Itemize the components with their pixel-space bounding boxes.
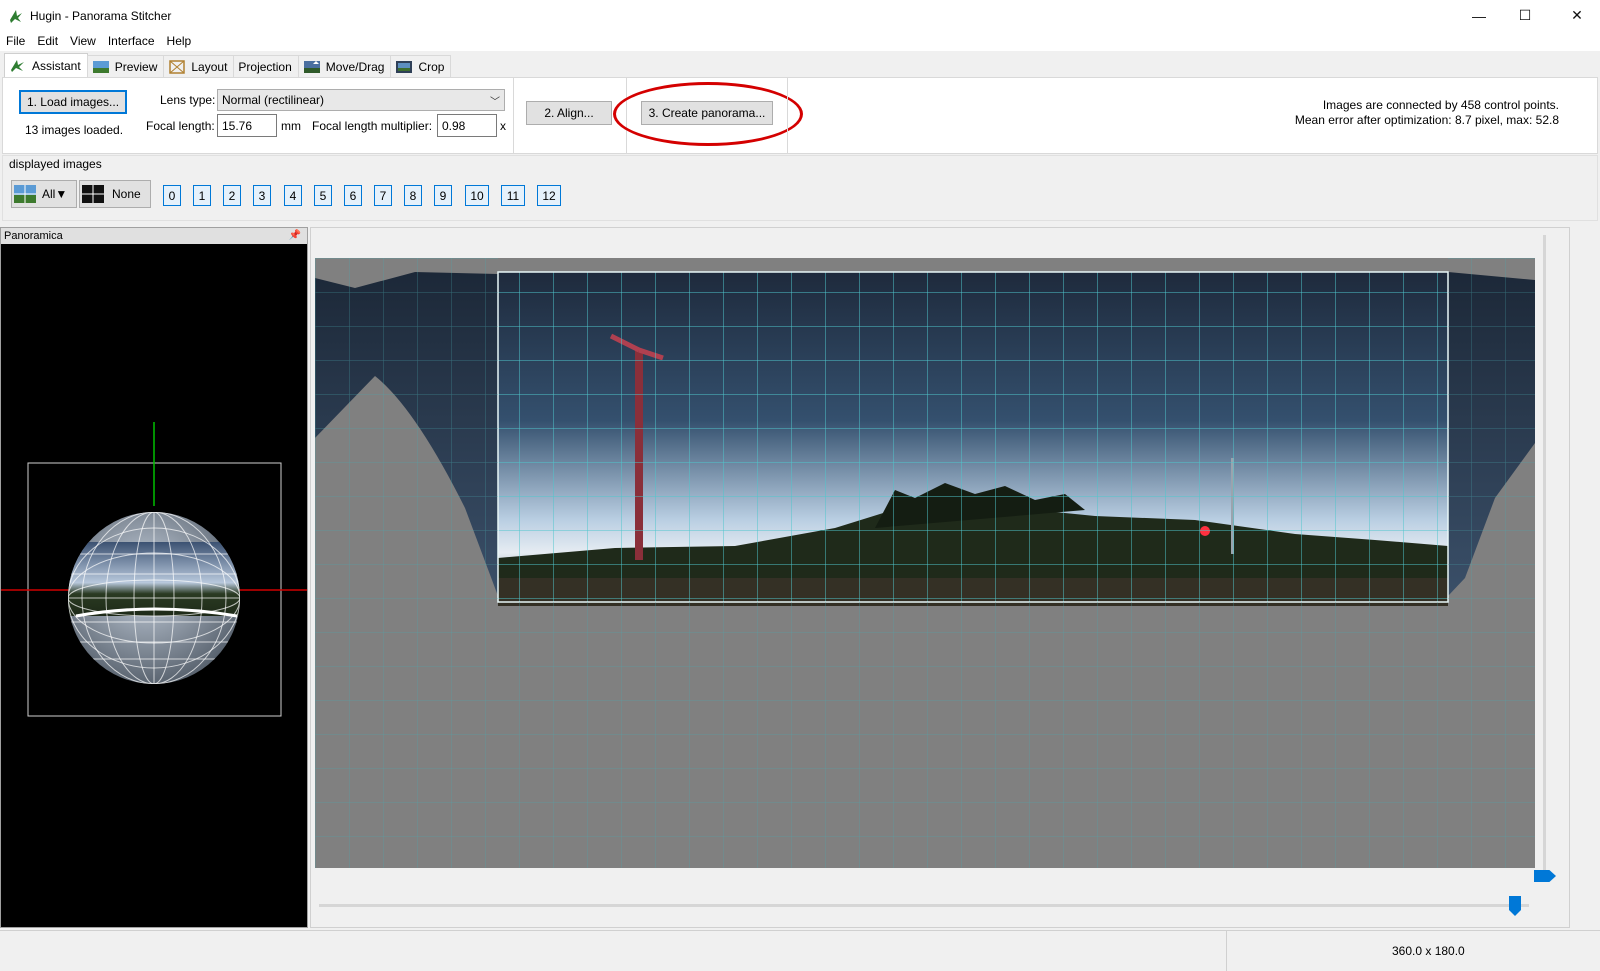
pin-icon[interactable]: 📌 xyxy=(289,230,301,241)
image-toggle-0[interactable]: 0 xyxy=(163,185,181,206)
title-bar: Hugin - Panorama Stitcher xyxy=(0,0,1600,31)
tab-label: Crop xyxy=(418,59,445,74)
menu-interface[interactable]: Interface xyxy=(102,34,161,48)
show-all-button[interactable]: All▼ xyxy=(11,180,77,208)
tab-assistant[interactable]: Assistant xyxy=(4,53,88,77)
fast-preview-area xyxy=(310,227,1570,928)
lens-type-value: Normal (rectilinear) xyxy=(222,93,325,107)
image-toggle-1[interactable]: 1 xyxy=(193,185,211,206)
hugin-app-icon xyxy=(10,9,22,23)
tab-label: Assistant xyxy=(32,58,81,73)
crop-icon xyxy=(396,60,413,73)
panoramica-header: Panoramica 📌 xyxy=(1,228,307,244)
tab-strip: Assistant Preview Layout Projection Move… xyxy=(0,53,1600,77)
preview-icon xyxy=(92,60,109,73)
image-toggle-9[interactable]: 9 xyxy=(434,185,452,206)
highlight-ring xyxy=(613,82,803,146)
lens-type-select[interactable]: Normal (rectilinear) ﹀ xyxy=(217,89,505,111)
panoramica-pane: Panoramica 📌 xyxy=(0,227,308,928)
load-images-button[interactable]: 1. Load images... xyxy=(19,90,127,114)
menu-file[interactable]: File xyxy=(0,34,31,48)
images-loaded-text: 13 images loaded. xyxy=(25,123,124,137)
fov-slider-track[interactable] xyxy=(1543,235,1546,875)
tab-label: Projection xyxy=(238,59,292,74)
minimize-button[interactable]: — xyxy=(1456,0,1502,31)
hugin-icon xyxy=(11,59,24,72)
separator xyxy=(513,78,514,153)
image-toggle-6[interactable]: 6 xyxy=(344,185,362,206)
optimization-error-status: Mean error after optimization: 8.7 pixel… xyxy=(1294,113,1559,127)
image-toggle-2[interactable]: 2 xyxy=(223,185,241,206)
multiplier-unit: x xyxy=(500,119,506,133)
menu-edit[interactable]: Edit xyxy=(31,34,64,48)
no-images-icon xyxy=(82,185,104,203)
separator xyxy=(787,78,788,153)
status-separator xyxy=(1226,931,1227,971)
move-drag-icon xyxy=(303,60,320,73)
menu-bar: File Edit View Interface Help xyxy=(0,31,1600,51)
pitch-slider-thumb[interactable] xyxy=(1509,896,1521,916)
panoramica-title: Panoramica xyxy=(4,230,63,242)
pitch-slider-track[interactable] xyxy=(319,904,1529,907)
image-toggle-4[interactable]: 4 xyxy=(284,185,302,206)
show-none-button[interactable]: None xyxy=(79,180,151,208)
field-of-view-status: 360.0 x 180.0 xyxy=(1392,944,1465,958)
align-button[interactable]: 2. Align... xyxy=(526,101,612,125)
close-button[interactable]: ✕ xyxy=(1554,0,1600,31)
panorama-canvas[interactable] xyxy=(315,258,1535,868)
menu-view[interactable]: View xyxy=(64,34,102,48)
tab-crop[interactable]: Crop xyxy=(390,55,452,77)
displayed-images-panel: displayed images All▼ None 0 1 2 3 4 5 6… xyxy=(2,155,1598,221)
tab-move-drag[interactable]: Move/Drag xyxy=(297,55,392,77)
none-button-label: None xyxy=(112,187,141,201)
control-points-status: Images are connected by 458 control poin… xyxy=(1322,98,1559,112)
displayed-images-label: displayed images xyxy=(9,157,102,171)
tab-label: Preview xyxy=(114,59,158,74)
tab-label: Move/Drag xyxy=(325,59,385,74)
image-toggle-12[interactable]: 12 xyxy=(537,185,561,206)
focal-length-input[interactable]: 15.76 xyxy=(217,114,277,137)
image-toggle-3[interactable]: 3 xyxy=(253,185,271,206)
tab-layout[interactable]: Layout xyxy=(163,55,235,77)
image-toggle-8[interactable]: 8 xyxy=(404,185,422,206)
image-toggle-5[interactable]: 5 xyxy=(314,185,332,206)
tab-label: Layout xyxy=(191,59,228,74)
all-images-icon xyxy=(14,185,36,203)
menu-help[interactable]: Help xyxy=(161,34,198,48)
maximize-button[interactable]: ☐ xyxy=(1502,0,1548,31)
focal-length-label: Focal length: xyxy=(146,119,215,133)
assistant-panel: 1. Load images... 13 images loaded. Lens… xyxy=(2,77,1598,154)
chevron-down-icon: ﹀ xyxy=(490,97,500,108)
image-toggle-7[interactable]: 7 xyxy=(374,185,392,206)
panorama-preview-image xyxy=(315,258,1535,868)
image-toggle-11[interactable]: 11 xyxy=(501,185,525,206)
tab-preview[interactable]: Preview xyxy=(86,55,165,77)
status-bar: 360.0 x 180.0 xyxy=(0,930,1600,971)
window-title: Hugin - Panorama Stitcher xyxy=(30,8,172,23)
panosphere-view[interactable] xyxy=(1,244,307,928)
lens-type-label: Lens type: xyxy=(160,93,216,107)
focal-multiplier-label: Focal length multiplier: xyxy=(312,119,433,133)
image-toggle-10[interactable]: 10 xyxy=(465,185,489,206)
layout-icon xyxy=(169,59,186,74)
tab-projection[interactable]: Projection xyxy=(233,55,299,77)
all-button-label: All▼ xyxy=(42,187,68,201)
focal-length-unit: mm xyxy=(281,119,301,133)
focal-multiplier-input[interactable]: 0.98 xyxy=(437,114,497,137)
